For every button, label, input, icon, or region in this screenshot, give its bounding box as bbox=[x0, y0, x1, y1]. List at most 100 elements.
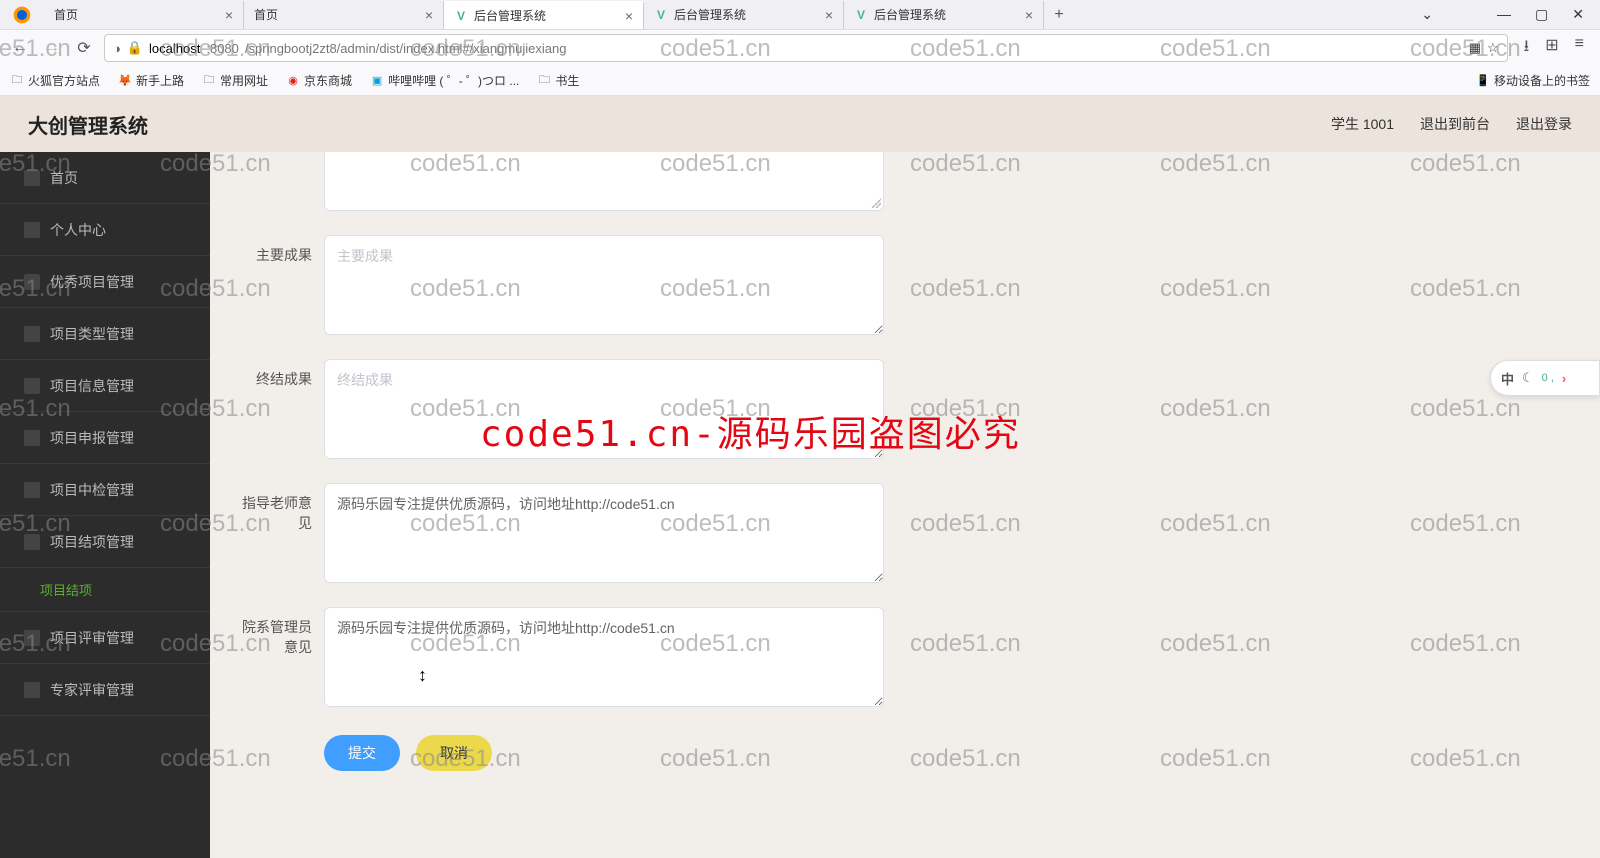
firefox-icon bbox=[8, 5, 36, 25]
expert-icon bbox=[24, 682, 40, 698]
sidebar-item-apply[interactable]: 项目申报管理 bbox=[0, 412, 210, 464]
bookmark-item[interactable]: ◉京东商城 bbox=[286, 72, 352, 89]
chevron-down-icon[interactable]: ⌄ bbox=[1421, 6, 1433, 23]
minimize-icon[interactable]: ― bbox=[1497, 6, 1511, 23]
url-path: /springbootj2zt8/admin/dist/index.html#/… bbox=[245, 41, 567, 56]
ime-num: 0 , bbox=[1542, 372, 1554, 384]
sidebar-item-info[interactable]: 项目信息管理 bbox=[0, 360, 210, 412]
vue-icon: V bbox=[654, 8, 668, 22]
info-icon bbox=[24, 378, 40, 394]
goto-frontend-link[interactable]: 退出到前台 bbox=[1420, 114, 1490, 134]
close-icon[interactable]: × bbox=[425, 7, 433, 23]
prev-field-stub[interactable] bbox=[324, 152, 884, 211]
sidebar-item-home[interactable]: 首页 bbox=[0, 152, 210, 204]
browser-tab-1[interactable]: 首页 × bbox=[244, 1, 444, 29]
field-label-main-result: 主要成果 bbox=[240, 235, 312, 265]
cursor-resize-icon: ↕ bbox=[418, 665, 427, 686]
review-icon bbox=[24, 630, 40, 646]
sidebar-item-profile[interactable]: 个人中心 bbox=[0, 204, 210, 256]
sidebar-item-midcheck[interactable]: 项目中检管理 bbox=[0, 464, 210, 516]
ime-float-widget[interactable]: 中 ☾ 0 , › bbox=[1490, 360, 1600, 396]
sidebar-item-close-sub[interactable]: 项目结项 bbox=[0, 568, 210, 612]
vue-icon: V bbox=[454, 9, 468, 23]
final-result-textarea[interactable] bbox=[324, 359, 884, 459]
app-header: 大创管理系统 学生 1001 退出到前台 退出登录 bbox=[0, 96, 1600, 152]
submit-button[interactable]: 提交 bbox=[324, 735, 400, 771]
bilibili-icon: ▣ bbox=[370, 74, 384, 88]
url-port: :8080 bbox=[206, 41, 239, 56]
url-host: localhost bbox=[149, 41, 200, 56]
advisor-opinion-textarea[interactable] bbox=[324, 483, 884, 583]
main-result-textarea[interactable] bbox=[324, 235, 884, 335]
lock-icon: 🔒 bbox=[127, 40, 143, 56]
tab-title: 首页 bbox=[54, 6, 78, 23]
field-label-dept: 院系管理员意见 bbox=[240, 607, 312, 657]
chevron-right-icon: › bbox=[1562, 371, 1566, 386]
bookmark-item[interactable]: ▣哔哩哔哩 ( ゜- ゜)つロ ... bbox=[370, 72, 519, 89]
sidebar-item-excellent[interactable]: 优秀项目管理 bbox=[0, 256, 210, 308]
new-tab-button[interactable]: + bbox=[1044, 6, 1074, 24]
address-bar: ← → ⟳ ◑ 🔒 localhost :8080/springbootj2zt8… bbox=[0, 30, 1600, 66]
shield-icon: ◑ bbox=[113, 41, 121, 56]
user-label[interactable]: 学生 1001 bbox=[1331, 114, 1394, 134]
bookmark-item[interactable]: 🗀火狐官方站点 bbox=[10, 72, 100, 89]
resize-handle-icon[interactable] bbox=[871, 198, 881, 208]
ime-lang: 中 bbox=[1501, 369, 1514, 388]
extensions-icon[interactable]: ⊞ bbox=[1545, 35, 1558, 62]
browser-titlebar: 首页 × 首页 × V 后台管理系统 × V 后台管理系统 × V 后台管理系统 × + ⌄ ―… bbox=[0, 0, 1600, 30]
doc-icon bbox=[24, 430, 40, 446]
tab-title: 后台管理系统 bbox=[674, 6, 746, 23]
flag-icon bbox=[24, 326, 40, 342]
bookmark-mobile[interactable]: 📱移动设备上的书签 bbox=[1476, 72, 1590, 89]
download-icon[interactable]: ⭳ bbox=[1524, 35, 1530, 62]
moon-icon: ☾ bbox=[1522, 370, 1534, 386]
bookmark-item[interactable]: 🗀常用网址 bbox=[202, 72, 268, 89]
star-icon[interactable]: ☆ bbox=[1487, 40, 1499, 56]
sidebar-item-review[interactable]: 项目评审管理 bbox=[0, 612, 210, 664]
form-content: 主要成果 终结成果 指导老师意见 院系管理员意见 提交 取消 bbox=[210, 152, 1600, 858]
tab-title: 首页 bbox=[254, 6, 278, 23]
sidebar-item-type[interactable]: 项目类型管理 bbox=[0, 308, 210, 360]
bookmark-item[interactable]: 🦊新手上路 bbox=[118, 72, 184, 89]
tab-title: 后台管理系统 bbox=[874, 6, 946, 23]
close-icon[interactable]: × bbox=[225, 7, 233, 23]
close-icon[interactable]: × bbox=[625, 8, 633, 24]
user-icon bbox=[24, 222, 40, 238]
maximize-icon[interactable]: ▢ bbox=[1535, 6, 1548, 23]
cancel-button[interactable]: 取消 bbox=[416, 735, 492, 771]
close-icon[interactable]: × bbox=[1025, 7, 1033, 23]
app-title: 大创管理系统 bbox=[28, 110, 148, 139]
close-icon[interactable]: × bbox=[825, 7, 833, 23]
qr-icon[interactable]: ▦ bbox=[1469, 40, 1481, 56]
dept-opinion-textarea[interactable] bbox=[324, 607, 884, 707]
tab-title: 后台管理系统 bbox=[474, 7, 546, 24]
browser-tab-0[interactable]: 首页 × bbox=[44, 1, 244, 29]
bookmark-item[interactable]: 🗀书生 bbox=[537, 72, 579, 89]
forward-button[interactable]: → bbox=[40, 36, 64, 60]
browser-tab-4[interactable]: V 后台管理系统 × bbox=[844, 1, 1044, 29]
back-button[interactable]: ← bbox=[8, 36, 32, 60]
sidebar-item-close[interactable]: 项目结项管理 bbox=[0, 516, 210, 568]
url-input[interactable]: ◑ 🔒 localhost :8080/springbootj2zt8/admin… bbox=[104, 34, 1508, 62]
bookmarks-bar: 🗀火狐官方站点 🦊新手上路 🗀常用网址 ◉京东商城 ▣哔哩哔哩 ( ゜- ゜)つ… bbox=[0, 66, 1600, 96]
vue-icon: V bbox=[854, 8, 868, 22]
menu-icon[interactable]: ≡ bbox=[1575, 35, 1584, 62]
reload-button[interactable]: ⟳ bbox=[72, 36, 96, 60]
folder-icon: 🗀 bbox=[202, 74, 216, 88]
home-icon bbox=[24, 170, 40, 186]
folder-icon: 🗀 bbox=[10, 74, 24, 88]
browser-tab-2[interactable]: V 后台管理系统 × bbox=[444, 1, 644, 29]
field-label-final-result: 终结成果 bbox=[240, 359, 312, 389]
star-icon bbox=[24, 274, 40, 290]
field-label-advisor: 指导老师意见 bbox=[240, 483, 312, 533]
end-icon bbox=[24, 534, 40, 550]
sidebar: 首页 个人中心 优秀项目管理 项目类型管理 项目信息管理 项目申报管理 项目中检… bbox=[0, 152, 210, 858]
sidebar-item-expert[interactable]: 专家评审管理 bbox=[0, 664, 210, 716]
firefox-icon: 🦊 bbox=[118, 74, 132, 88]
mobile-icon: 📱 bbox=[1476, 74, 1490, 88]
browser-tab-3[interactable]: V 后台管理系统 × bbox=[644, 1, 844, 29]
jd-icon: ◉ bbox=[286, 74, 300, 88]
close-window-icon[interactable]: ✕ bbox=[1572, 6, 1584, 23]
logout-link[interactable]: 退出登录 bbox=[1516, 114, 1572, 134]
folder-icon: 🗀 bbox=[537, 74, 551, 88]
